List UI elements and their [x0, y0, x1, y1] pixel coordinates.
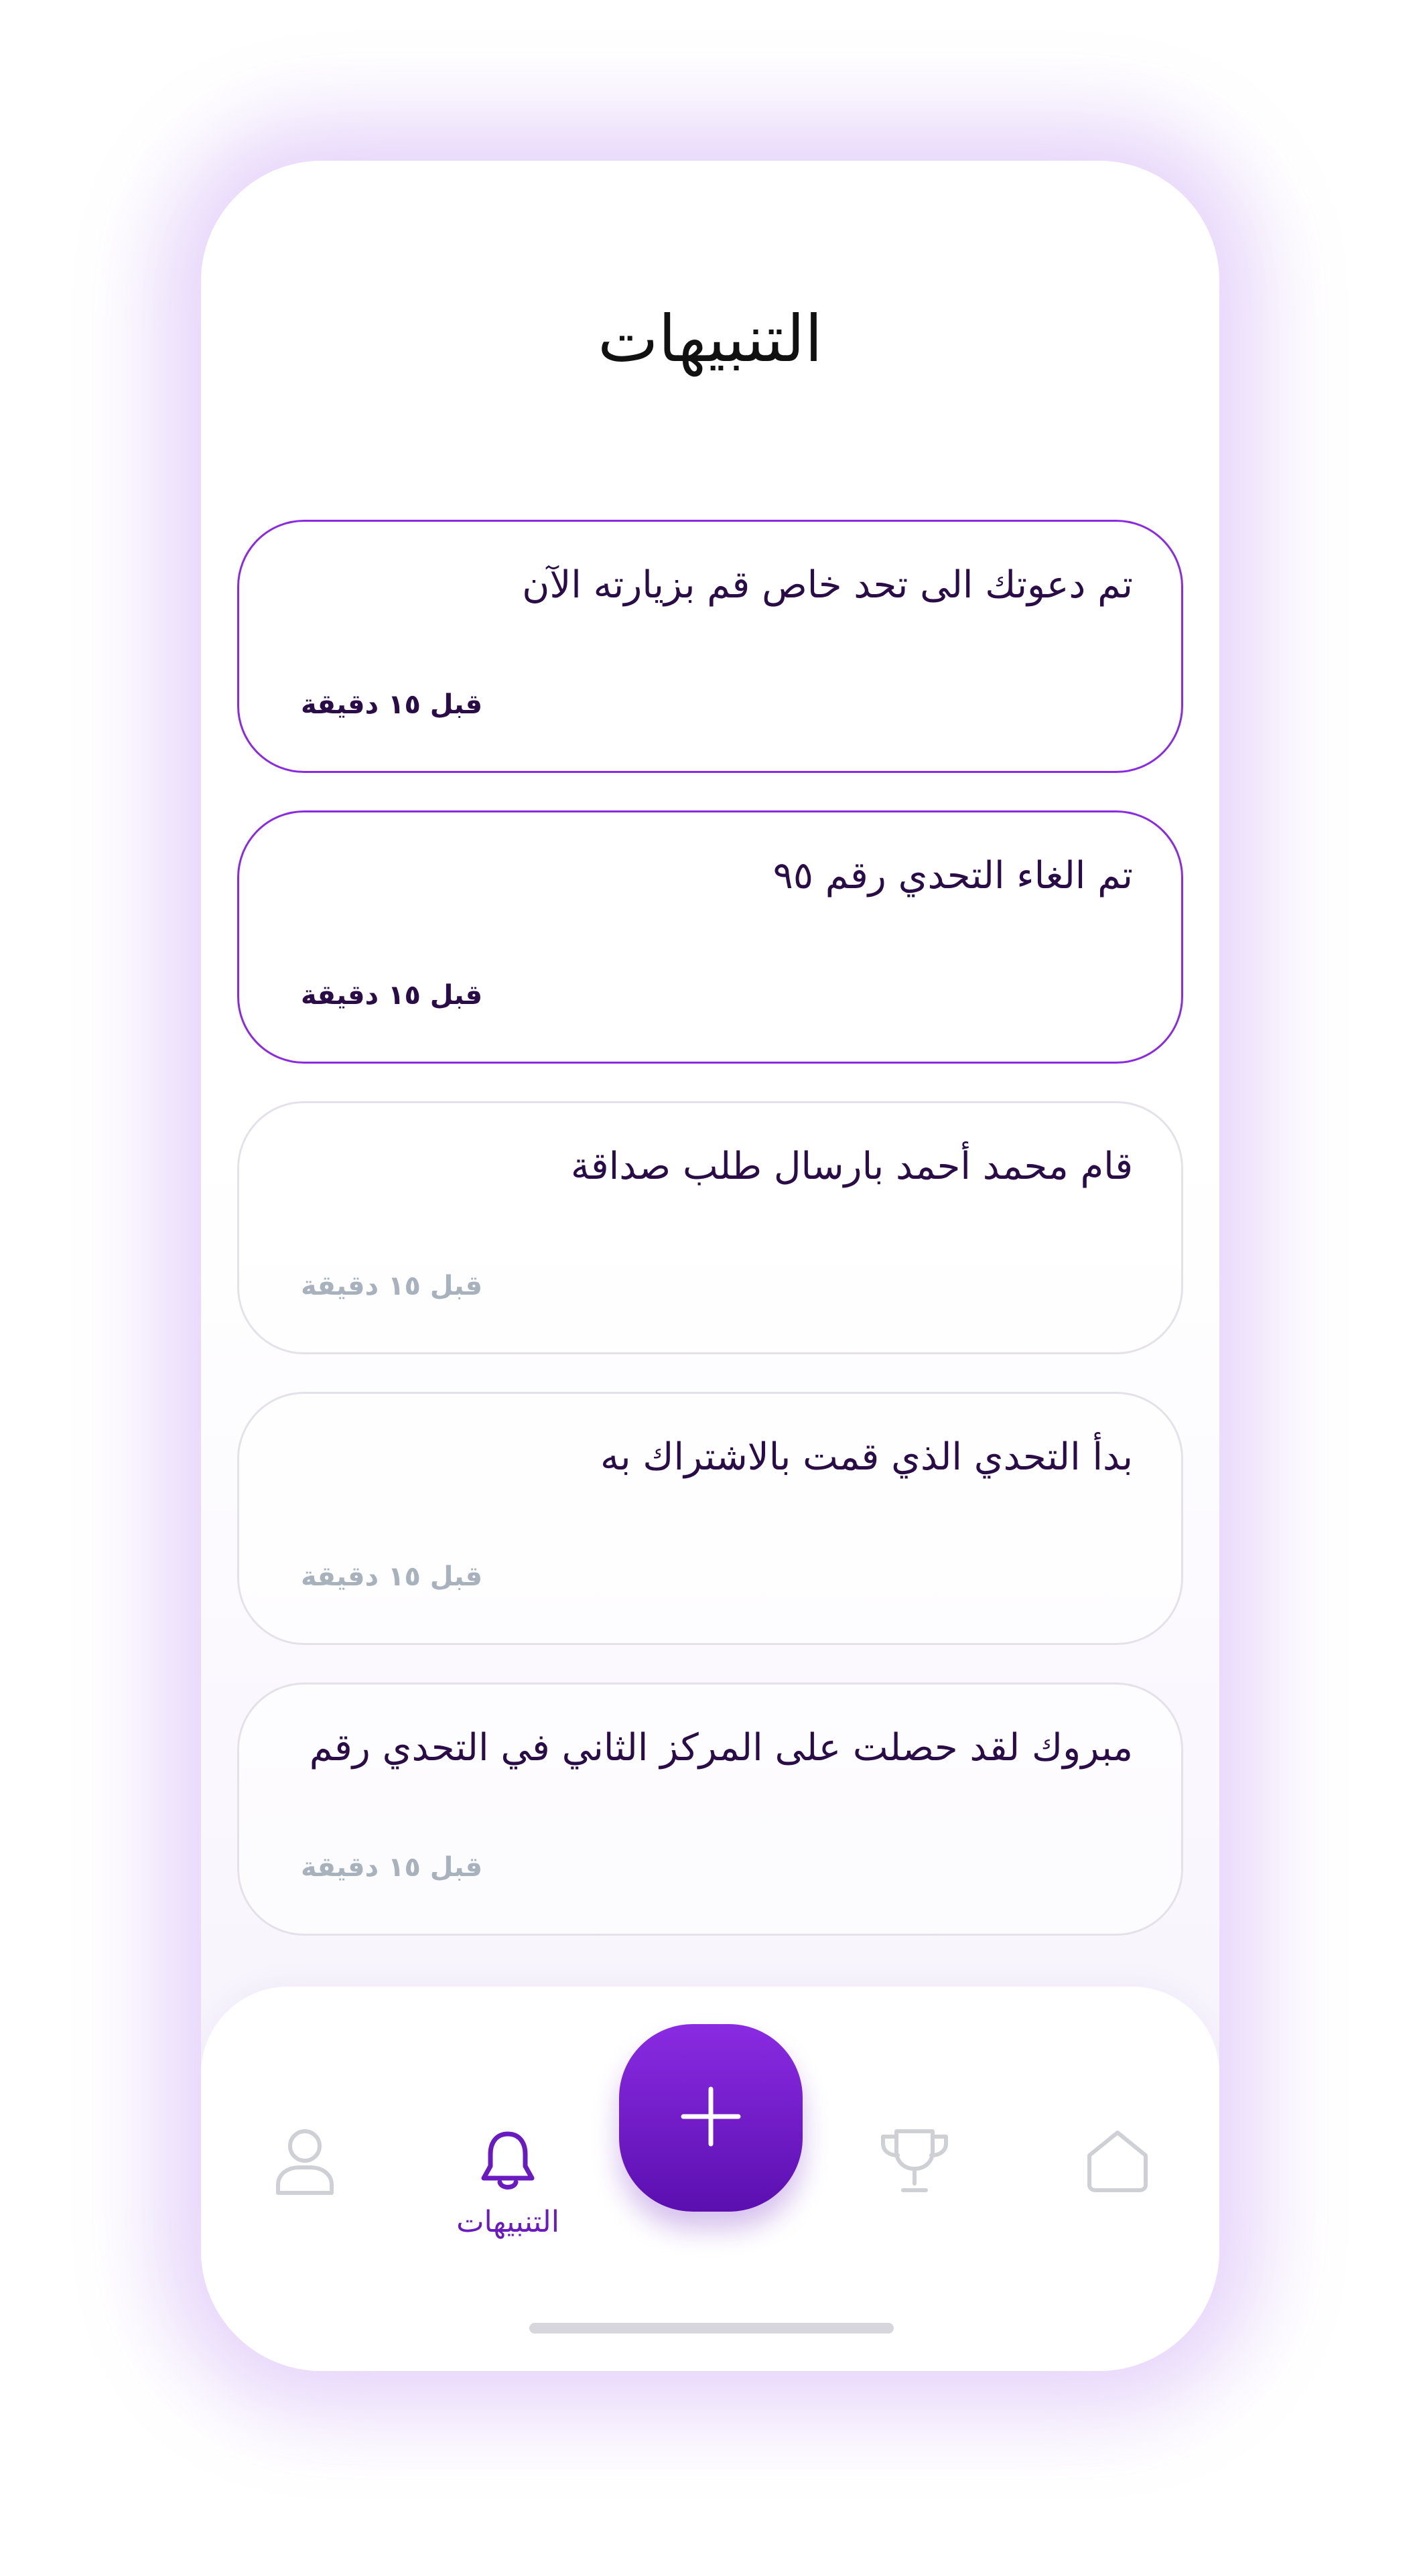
user-icon	[273, 2126, 337, 2196]
nav-home-button[interactable]	[1064, 2107, 1171, 2214]
notification-time: قبل ١٥ دقيقة	[301, 1271, 483, 1301]
add-challenge-button[interactable]	[619, 2024, 803, 2212]
notification-card-unread[interactable]: تم الغاء التحدي رقم ٩٥ قبل ١٥ دقيقة	[237, 810, 1183, 1064]
notification-time: قبل ١٥ دقيقة	[301, 1852, 483, 1883]
notification-card[interactable]: قام محمد أحمد بارسال طلب صداقة قبل ١٥ دق…	[237, 1101, 1183, 1354]
nav-profile-button[interactable]	[251, 2107, 358, 2214]
home-indicator[interactable]	[529, 2323, 894, 2334]
home-icon	[1085, 2129, 1150, 2193]
notification-list: تم دعوتك الى تحد خاص قم بزيارته الآن قبل…	[237, 520, 1183, 1973]
trophy-icon	[878, 2127, 951, 2194]
page-title: التنبيهات	[598, 301, 823, 376]
notification-message: تم الغاء التحدي رقم ٩٥	[772, 854, 1133, 898]
notification-card-unread[interactable]: تم دعوتك الى تحد خاص قم بزيارته الآن قبل…	[237, 520, 1183, 773]
notification-message: تم دعوتك الى تحد خاص قم بزيارته الآن	[522, 563, 1133, 607]
notification-time: قبل ١٥ دقيقة	[301, 1561, 483, 1592]
bell-icon	[480, 2129, 536, 2193]
plus-icon	[681, 2086, 741, 2149]
bottom-navigation: التنبيهات	[201, 1987, 1219, 2371]
nav-notifications-button[interactable]	[454, 2107, 561, 2214]
notification-card[interactable]: بدأ التحدي الذي قمت بالاشتراك به قبل ١٥ …	[237, 1392, 1183, 1645]
notification-message: بدأ التحدي الذي قمت بالاشتراك به	[600, 1435, 1133, 1479]
notification-message: مبروك لقد حصلت على المركز الثاني في التح…	[309, 1726, 1133, 1770]
notification-message: قام محمد أحمد بارسال طلب صداقة	[570, 1145, 1133, 1188]
notification-card[interactable]: مبروك لقد حصلت على المركز الثاني في التح…	[237, 1683, 1183, 1936]
notification-time: قبل ١٥ دقيقة	[301, 980, 483, 1011]
phone-screen: التنبيهات تم دعوتك الى تحد خاص قم بزيارت…	[201, 161, 1219, 2371]
nav-active-label: التنبيهات	[456, 2205, 559, 2239]
nav-challenges-button[interactable]	[861, 2107, 968, 2214]
notification-time: قبل ١٥ دقيقة	[301, 689, 483, 720]
